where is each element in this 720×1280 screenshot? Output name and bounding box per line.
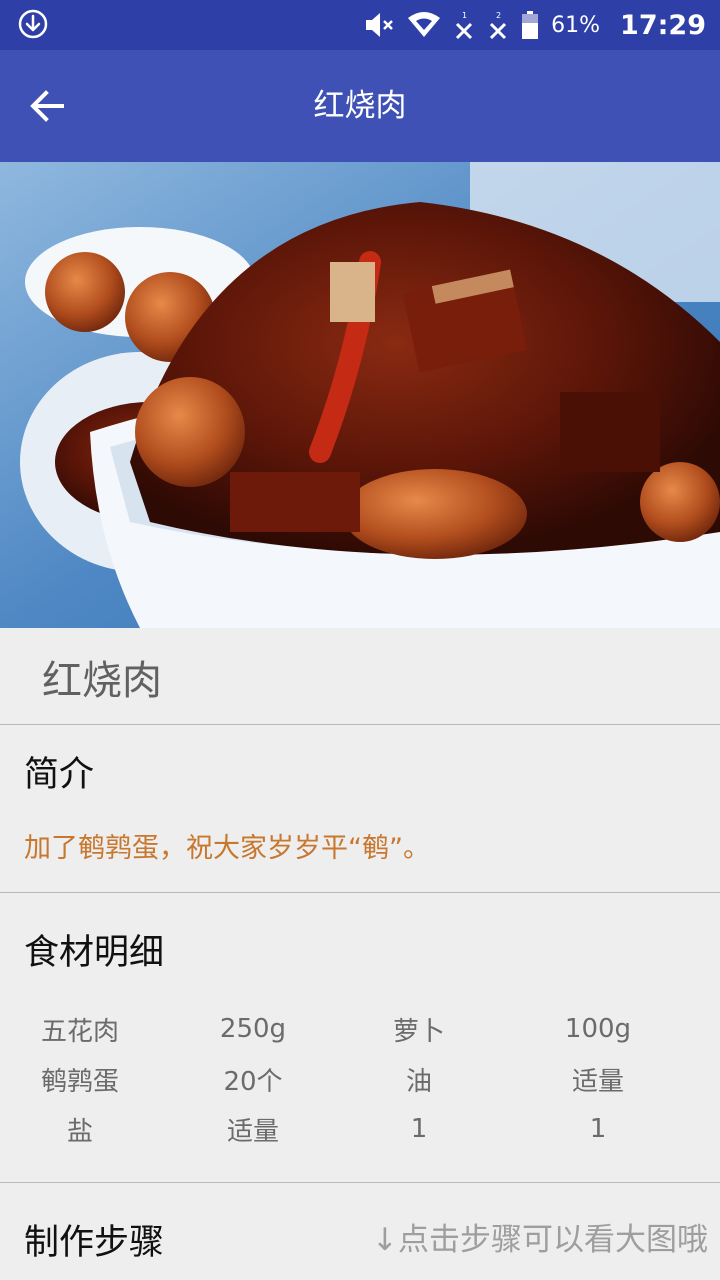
ingredient-amount: 250g <box>219 1014 287 1044</box>
ingredient-amount: 100g <box>564 1014 632 1044</box>
ingredient-amount: 1 <box>589 1114 607 1144</box>
ingredients-table: 五花肉 250g 萝卜 100g 鹌鹑蛋 20个 油 适量 盐 适量 1 1 <box>0 1004 720 1154</box>
divider <box>0 892 720 893</box>
no-signal-2-icon: 2 <box>490 11 507 40</box>
intro-text: 加了鹌鹑蛋，祝大家岁岁平“鹌”。 <box>24 833 430 864</box>
svg-text:1: 1 <box>462 11 467 20</box>
ingredient-name: 盐 <box>66 1116 93 1147</box>
ingredient-amount: 20个 <box>223 1066 283 1097</box>
ingredients-heading: 食材明细 <box>24 933 165 973</box>
steps-heading: 制作步骤 <box>24 1223 165 1263</box>
steps-hint: ↓点击步骤可以看大图哦 <box>372 1222 708 1258</box>
app-bar: 红烧肉 <box>0 50 720 162</box>
ingredient-name: 鹌鹑蛋 <box>40 1066 119 1097</box>
battery-level: 61% <box>551 12 601 38</box>
ingredient-row: 五花肉 250g 萝卜 100g <box>0 1004 720 1054</box>
recipe-name: 红烧肉 <box>42 658 162 704</box>
ingredient-row: 盐 适量 1 1 <box>0 1104 720 1154</box>
ingredient-name: 萝卜 <box>392 1016 445 1047</box>
page-title: 红烧肉 <box>313 88 407 124</box>
clock: 17:29 <box>620 9 706 41</box>
no-signal-1-icon: 1 <box>456 11 473 40</box>
divider <box>0 1182 720 1183</box>
svg-text:2: 2 <box>496 11 501 20</box>
ingredient-amount: 适量 <box>571 1066 624 1097</box>
ingredient-amount: 适量 <box>226 1116 279 1147</box>
wifi-icon <box>408 12 441 37</box>
intro-heading: 简介 <box>24 755 95 795</box>
battery-icon <box>522 11 539 39</box>
ingredient-name: 油 <box>405 1066 432 1097</box>
ingredient-row: 鹌鹑蛋 20个 油 适量 <box>0 1054 720 1104</box>
divider <box>0 724 720 725</box>
ingredient-name: 五花肉 <box>40 1016 119 1047</box>
status-bar: 1 2 61% 17:29 <box>0 0 720 50</box>
ingredient-name: 1 <box>410 1114 428 1144</box>
mute-icon <box>366 13 394 37</box>
download-icon <box>18 9 48 39</box>
recipe-photo <box>0 162 720 628</box>
